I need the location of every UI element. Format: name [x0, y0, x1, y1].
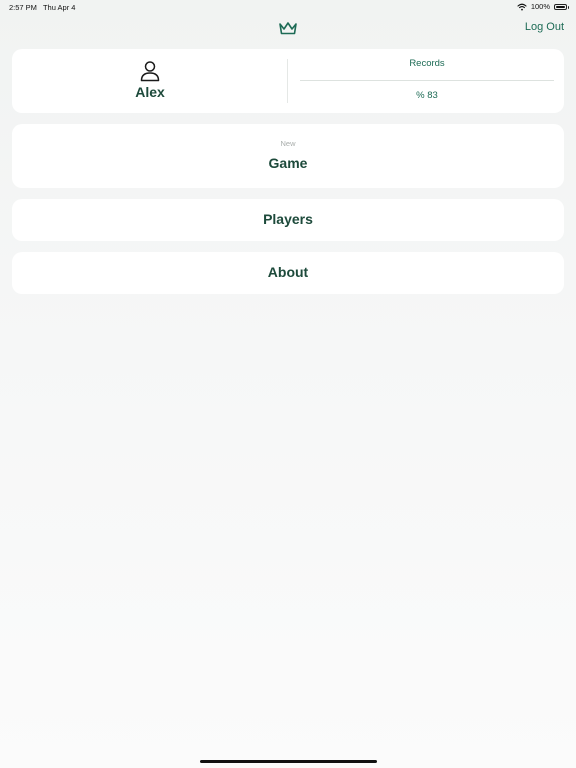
- about-label: About: [267, 264, 309, 280]
- profile-section[interactable]: Alex: [12, 49, 288, 113]
- profile-card: Alex Records % 83: [12, 49, 564, 113]
- crown-icon: [279, 22, 297, 35]
- about-button[interactable]: About: [12, 252, 564, 294]
- status-right: 100%: [517, 2, 569, 11]
- battery-percent: 100%: [530, 2, 550, 11]
- vertical-divider: [287, 59, 288, 103]
- status-bar: 2:57 PM Thu Apr 4 100%: [0, 0, 576, 14]
- battery-icon: [554, 3, 569, 10]
- profile-name: Alex: [135, 84, 165, 100]
- records-button[interactable]: Records: [300, 49, 554, 80]
- records-value: % 83: [416, 90, 438, 101]
- players-label: Players: [263, 211, 313, 227]
- new-game-button[interactable]: New Game: [12, 124, 564, 188]
- status-left: 2:57 PM Thu Apr 4: [9, 3, 75, 12]
- game-subtitle: New: [280, 139, 296, 148]
- battery-fill: [556, 5, 565, 8]
- status-time: 2:57 PM: [9, 3, 37, 12]
- wifi-icon: [517, 3, 527, 10]
- home-indicator[interactable]: [200, 760, 377, 763]
- players-button[interactable]: Players: [12, 199, 564, 241]
- logout-button[interactable]: Log Out: [525, 21, 564, 33]
- person-icon: [140, 61, 160, 82]
- game-label: Game: [268, 155, 308, 171]
- status-date: Thu Apr 4: [42, 3, 76, 12]
- horizontal-divider: [300, 80, 554, 81]
